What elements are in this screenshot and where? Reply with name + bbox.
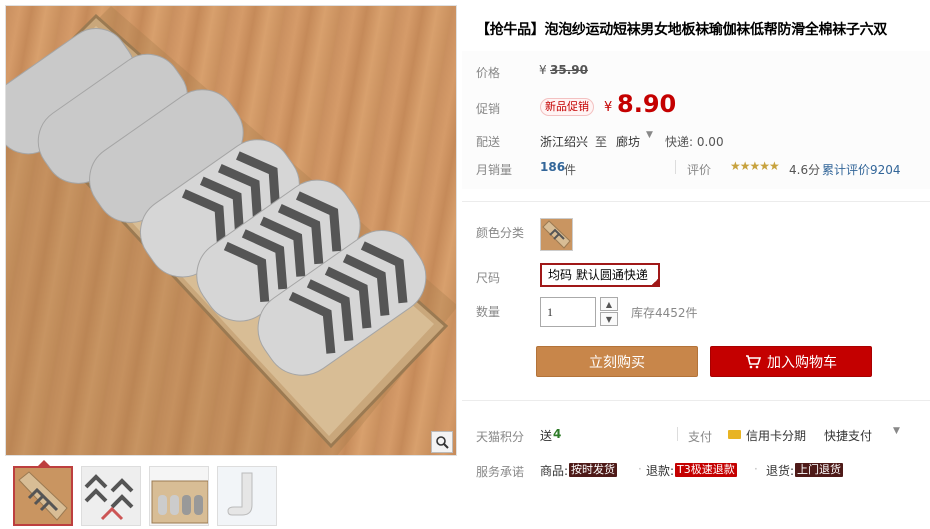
- points-prefix: 送: [540, 429, 553, 443]
- service-refund-badge[interactable]: T3极速退款: [675, 463, 737, 477]
- size-label: 尺码: [476, 271, 501, 285]
- thumbnail-1[interactable]: [13, 466, 73, 526]
- shipping-fee: 快递: 0.00: [665, 135, 724, 149]
- promo-currency: ¥: [604, 100, 613, 115]
- buy-now-label: 立刻购买: [589, 354, 645, 371]
- add-to-cart-label: 加入购物车: [767, 354, 837, 371]
- socks-box-illustration: [6, 6, 456, 455]
- chevron-down-icon[interactable]: ▼: [893, 426, 900, 436]
- quantity-label: 数量: [476, 305, 501, 319]
- main-product-image[interactable]: [5, 5, 457, 456]
- promo-badge: 新品促销: [540, 98, 594, 116]
- divider: [675, 160, 676, 174]
- star-rating-icon: ★★★★★: [730, 159, 780, 173]
- size-option-label: 均码 默认圆通快递: [548, 268, 648, 282]
- chevron-down-icon[interactable]: ▼: [646, 130, 653, 140]
- sales-unit: 件: [564, 163, 577, 177]
- payment-label: 支付: [688, 430, 713, 444]
- thumbnail-2[interactable]: [81, 466, 141, 526]
- service-refund-badge-wrap: T3极速退款: [675, 462, 737, 477]
- thumbnail-strip: [13, 466, 277, 526]
- buy-now-button[interactable]: 立刻购买: [536, 346, 698, 377]
- original-price: 35.90: [550, 63, 588, 77]
- review-total-link[interactable]: 累计评价9204: [822, 161, 901, 178]
- product-title: 【抢牛品】泡泡纱运动短袜男女地板袜瑜伽袜低帮防滑全棉袜子六双: [476, 22, 887, 38]
- color-label: 颜色分类: [476, 226, 525, 240]
- rating-value: 4.6分: [789, 163, 821, 177]
- original-currency: ¥: [539, 63, 547, 77]
- quick-pay[interactable]: 快捷支付: [824, 427, 872, 444]
- service-goods-badge[interactable]: 按时发货: [569, 463, 617, 477]
- quantity-decrease-button[interactable]: ▼: [600, 312, 618, 326]
- shipping-destination[interactable]: 廊坊: [616, 133, 640, 150]
- color-option[interactable]: [540, 218, 573, 251]
- review-label: 评价: [687, 163, 712, 177]
- points-label: 天猫积分: [476, 430, 525, 444]
- thumbnail-4[interactable]: [217, 466, 277, 526]
- zoom-icon[interactable]: [431, 431, 453, 453]
- cart-icon: [746, 354, 761, 368]
- selected-check-icon: [649, 277, 660, 287]
- add-to-cart-button[interactable]: 加入购物车: [710, 346, 872, 377]
- shipping-origin: 浙江绍兴: [540, 135, 589, 149]
- bullet: ·: [754, 462, 758, 476]
- price-label: 价格: [476, 66, 501, 80]
- service-return-label: 退货:: [766, 464, 795, 478]
- divider: [677, 427, 678, 441]
- quantity-increase-button[interactable]: ▲: [600, 297, 618, 311]
- points-value: 4: [553, 427, 562, 441]
- service-goods-label: 商品:: [540, 464, 569, 478]
- quantity-input[interactable]: 1: [540, 297, 596, 327]
- sales-label: 月销量: [476, 163, 513, 177]
- size-option-selected[interactable]: 均码 默认圆通快递: [540, 263, 660, 287]
- thumbnail-3[interactable]: [149, 466, 209, 526]
- credit-card-icon: [728, 430, 741, 439]
- service-return-badge[interactable]: 上门退货: [795, 463, 843, 477]
- service-goods-badge-wrap: 按时发货: [569, 462, 617, 477]
- credit-installment[interactable]: 信用卡分期: [746, 427, 806, 444]
- sale-price: 8.90: [617, 90, 677, 118]
- bullet: ·: [638, 462, 642, 476]
- price-panel: 价格 ¥ 35.90 促销 新品促销 ¥ 8.90 配送 浙江绍兴 至 廊坊 ▼…: [462, 51, 930, 189]
- promo-label: 促销: [476, 102, 501, 116]
- shipping-to: 至: [595, 135, 608, 149]
- service-label: 服务承诺: [476, 465, 525, 479]
- stock-count: 库存4452件: [631, 306, 698, 320]
- divider: [462, 400, 930, 401]
- sales-count: 186: [540, 160, 566, 174]
- product-detail: 【抢牛品】泡泡纱运动短袜男女地板袜瑜伽袜低帮防滑全棉袜子六双 价格 ¥ 35.9…: [462, 0, 930, 529]
- shipping-label: 配送: [476, 135, 501, 149]
- divider: [462, 201, 930, 202]
- service-return-badge-wrap: 上门退货: [795, 462, 843, 477]
- service-refund-label: 退款:: [646, 464, 675, 478]
